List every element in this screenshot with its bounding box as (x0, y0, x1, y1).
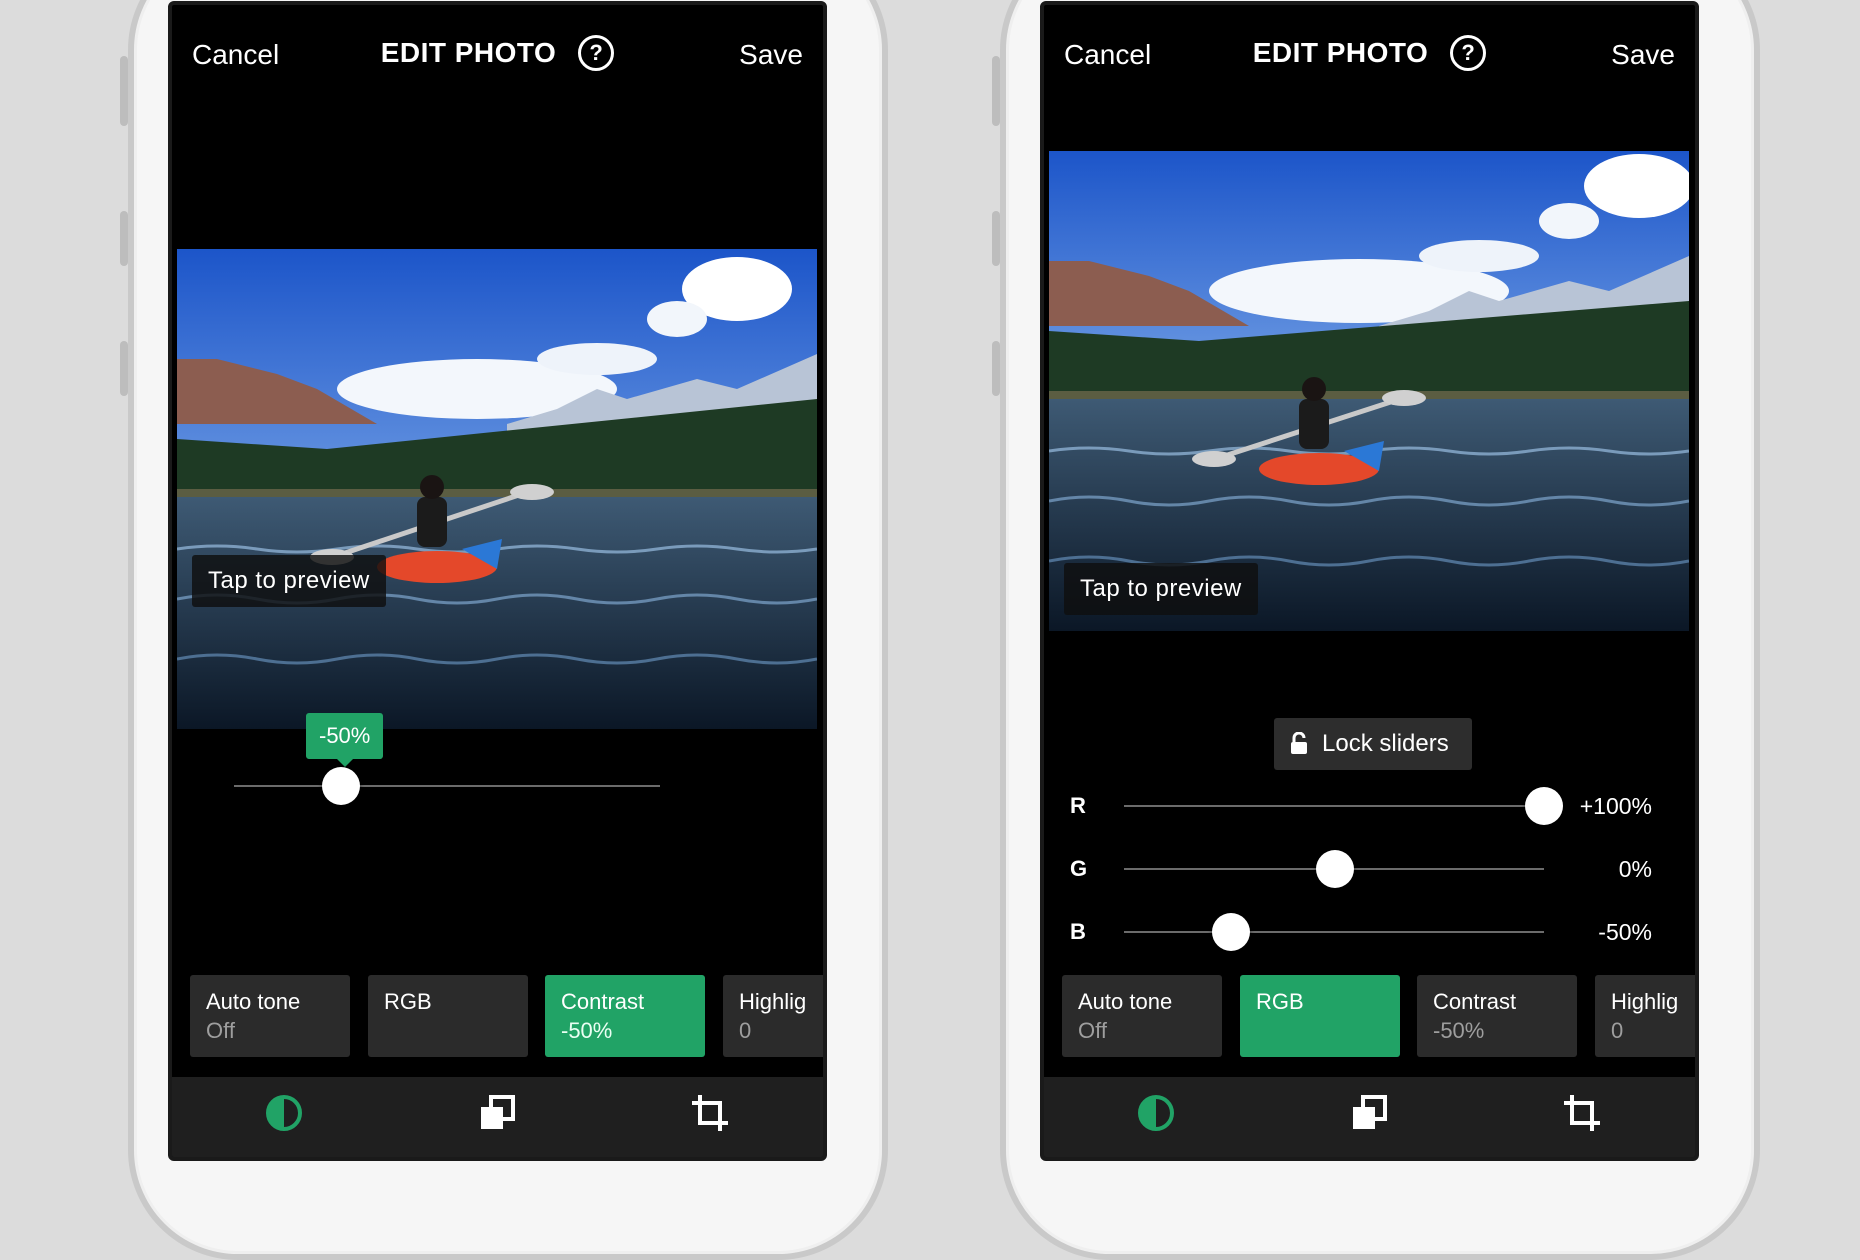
slider-value-tooltip: -50% (306, 713, 384, 767)
r-slider-value: +100% (1579, 793, 1652, 819)
lock-sliders-button[interactable]: Lock sliders (1274, 718, 1472, 770)
save-button[interactable]: Save (739, 39, 803, 71)
title-group: EDIT PHOTO? (1044, 35, 1695, 71)
chip-label: Highlig (1611, 989, 1679, 1014)
chip-label: Auto tone (1078, 989, 1173, 1014)
page-title: EDIT PHOTO (380, 37, 557, 68)
tap-to-preview-label[interactable]: Tap to preview (192, 555, 386, 607)
title-group: EDIT PHOTO? (172, 35, 823, 71)
photo-preview[interactable] (1049, 151, 1689, 631)
crop-icon[interactable] (690, 1093, 730, 1133)
chip-value: Off (206, 1018, 235, 1043)
g-slider-knob[interactable] (1316, 850, 1354, 888)
screen-right: Cancel EDIT PHOTO? Save Tap to preview L… (1040, 1, 1699, 1161)
lock-icon (1291, 731, 1307, 754)
bottom-toolbar (172, 1077, 823, 1157)
volume-down-button (120, 341, 128, 396)
layers-icon[interactable] (1349, 1093, 1389, 1133)
slider-letter-r: R (1070, 793, 1086, 818)
crop-icon[interactable] (1562, 1093, 1602, 1133)
g-slider-value: 0% (1618, 856, 1652, 882)
chip-value: 0 (1611, 1018, 1624, 1043)
chip-rgb[interactable]: RGB (368, 975, 528, 1057)
page-title: EDIT PHOTO (1252, 37, 1429, 68)
r-slider-track[interactable] (1124, 805, 1544, 807)
phone-frame-right: Cancel EDIT PHOTO? Save Tap to preview L… (992, 0, 1760, 1260)
screen-left: Cancel EDIT PHOTO? Save Tap to preview -… (168, 1, 827, 1161)
slider-letter-b: B (1070, 919, 1086, 944)
contrast-slider-track[interactable] (234, 785, 660, 787)
mute-switch (992, 56, 1000, 126)
tap-to-preview-label[interactable]: Tap to preview (1064, 563, 1258, 615)
phone-frame-left: Cancel EDIT PHOTO? Save Tap to preview -… (120, 0, 888, 1260)
chip-value: Off (1078, 1018, 1107, 1043)
kayak-photo (1049, 151, 1689, 631)
slider-letter-g: G (1070, 856, 1088, 881)
chip-rgb[interactable]: RGB (1240, 975, 1400, 1057)
kayak-photo (177, 249, 817, 729)
chip-label: RGB (1256, 989, 1304, 1014)
save-button[interactable]: Save (1611, 39, 1675, 71)
layers-icon[interactable] (477, 1093, 517, 1133)
chip-auto-tone[interactable]: Auto tone Off (1062, 975, 1222, 1057)
volume-up-button (120, 211, 128, 266)
chip-highlights[interactable]: Highlig 0 (1595, 975, 1695, 1057)
chip-label: Auto tone (206, 989, 301, 1014)
bottom-toolbar (1044, 1077, 1695, 1157)
photo-preview[interactable] (177, 249, 817, 729)
chip-contrast[interactable]: Contrast -50% (1417, 975, 1577, 1057)
chip-highlights[interactable]: Highlig 0 (723, 975, 823, 1057)
b-slider-value: -50% (1598, 919, 1652, 945)
top-bar: Cancel EDIT PHOTO? Save (1044, 29, 1695, 85)
chip-label: Highlig (739, 989, 807, 1014)
adjust-icon[interactable] (1136, 1093, 1176, 1133)
help-icon[interactable]: ? (578, 35, 615, 71)
contrast-slider-knob[interactable] (322, 767, 360, 805)
lock-sliders-label: Lock sliders (1322, 730, 1449, 757)
b-slider-knob[interactable] (1212, 913, 1250, 951)
volume-down-button (992, 341, 1000, 396)
chip-value: -50% (561, 1018, 613, 1043)
volume-up-button (992, 211, 1000, 266)
chip-value: 0 (739, 1018, 752, 1043)
chip-label: RGB (384, 989, 432, 1014)
help-icon[interactable]: ? (1450, 35, 1487, 71)
chip-value: -50% (1433, 1018, 1485, 1043)
chip-auto-tone[interactable]: Auto tone Off (190, 975, 350, 1057)
b-slider-track[interactable] (1124, 931, 1544, 933)
mute-switch (120, 56, 128, 126)
chip-label: Contrast (561, 989, 645, 1014)
adjust-icon[interactable] (264, 1093, 304, 1133)
chip-contrast[interactable]: Contrast -50% (545, 975, 705, 1057)
chip-label: Contrast (1433, 989, 1517, 1014)
top-bar: Cancel EDIT PHOTO? Save (172, 29, 823, 85)
